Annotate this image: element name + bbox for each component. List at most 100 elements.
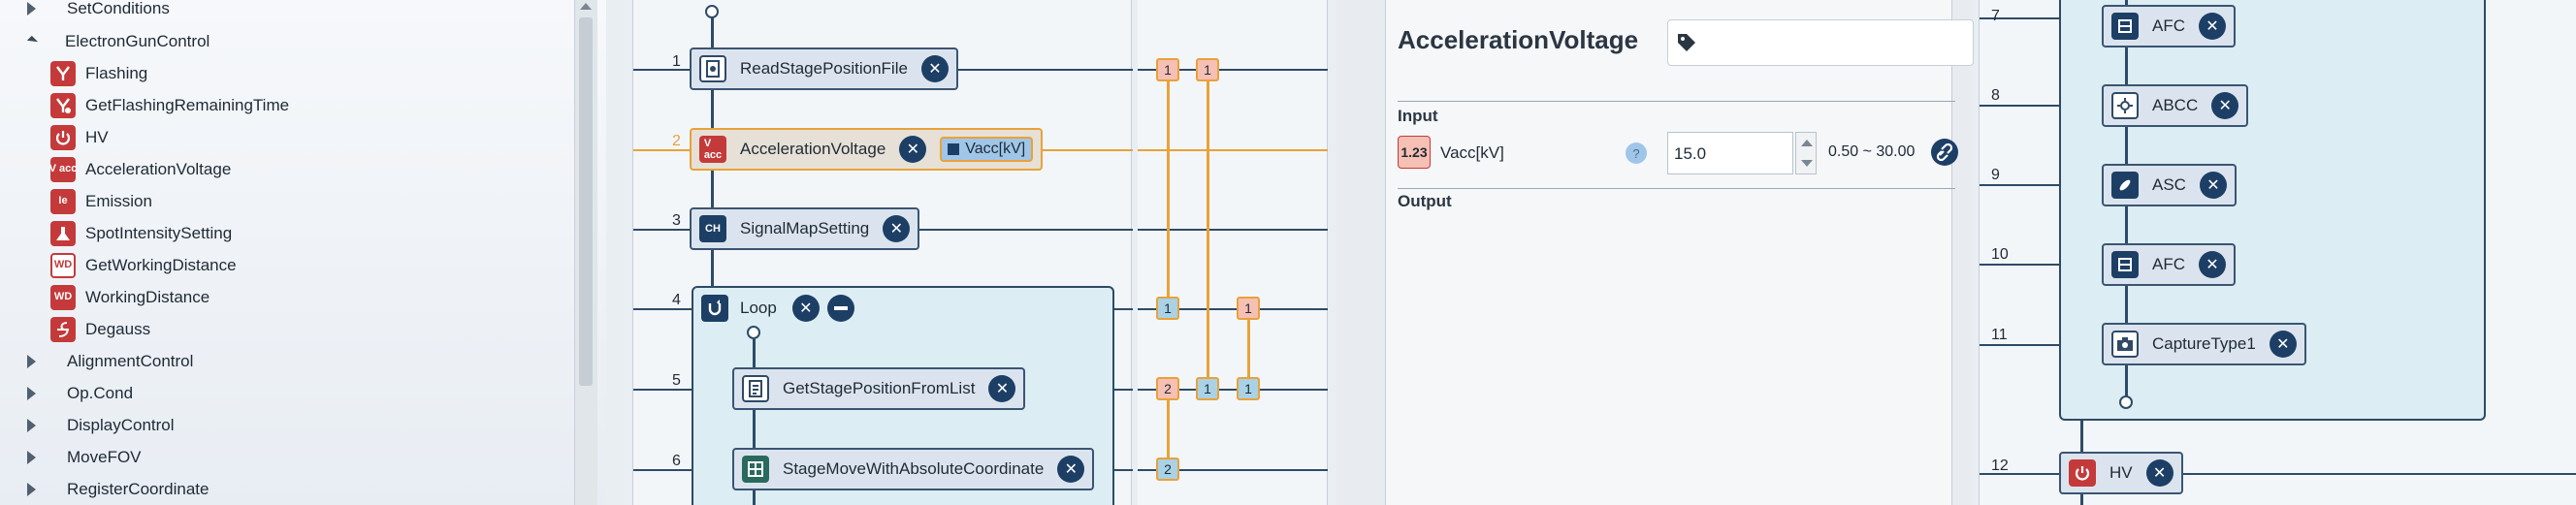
remove-node-button[interactable]: ✕ [988, 375, 1016, 402]
flow-node-read-stage-position-file[interactable]: ReadStagePositionFile ✕ [690, 47, 958, 90]
row-number: 3 [672, 212, 681, 229]
row-number: 1 [672, 53, 681, 70]
camera-icon [2111, 331, 2139, 358]
properties-title: AccelerationVoltage [1398, 25, 1639, 54]
flow-start-point [705, 5, 719, 18]
tag-input[interactable] [1667, 19, 1974, 66]
tree-item-hv[interactable]: HV [50, 121, 109, 153]
expand-icon[interactable] [27, 450, 36, 464]
remove-node-button[interactable]: ✕ [920, 55, 949, 82]
spot-intensity-icon [50, 220, 76, 246]
flow-node-afc[interactable]: AFC ✕ [2102, 5, 2236, 47]
row-number: 5 [672, 372, 681, 389]
variable-link-panel: 1 1 1 1 2 1 1 2 [1138, 0, 1328, 505]
tree-item-degauss[interactable]: Degauss [50, 313, 150, 345]
link-badge[interactable]: 2 [1156, 377, 1179, 400]
tree-item-working-distance[interactable]: WD WorkingDistance [50, 281, 209, 313]
loop-header[interactable]: Loop ✕ [701, 295, 854, 322]
tree-node-electrongun-control[interactable]: ElectronGunControl [26, 25, 209, 57]
tree-item-emission[interactable]: Ie Emission [50, 185, 152, 217]
link-badge[interactable]: 1 [1237, 377, 1260, 400]
tree-node-display-control[interactable]: DisplayControl [27, 409, 175, 441]
expand-icon[interactable] [27, 418, 36, 432]
expand-icon[interactable] [27, 1, 36, 16]
remove-node-button[interactable]: ✕ [2199, 13, 2226, 40]
expand-icon[interactable] [27, 482, 36, 496]
link-badge[interactable]: 1 [1156, 297, 1179, 320]
link-badge[interactable]: 1 [1237, 297, 1260, 320]
value-spinner[interactable] [1795, 132, 1817, 174]
remove-node-button[interactable]: ✕ [1057, 456, 1085, 483]
autofocus-icon [2111, 13, 2139, 40]
link-badge[interactable]: 1 [1156, 58, 1179, 81]
flow-node-capture-type1[interactable]: CaptureType1 ✕ [2102, 323, 2306, 365]
param-range: 0.50 ~ 30.00 [1828, 143, 1916, 160]
tree-node-register-coordinate[interactable]: RegisterCoordinate [27, 473, 209, 505]
remove-node-button[interactable]: ✕ [2211, 92, 2239, 119]
link-variable-button[interactable] [1931, 139, 1958, 166]
tree-item-get-flashing-remaining-time[interactable]: GetFlashingRemainingTime [50, 89, 289, 121]
flow-node-acceleration-voltage[interactable]: Vacc AccelerationVoltage ✕ Vacc[kV] [690, 128, 1044, 171]
tree-item-get-working-distance[interactable]: WD GetWorkingDistance [50, 249, 237, 281]
row-line-8 [1980, 105, 2059, 107]
tree-node-alignment-control[interactable]: AlignmentControl [27, 345, 193, 377]
spin-up-icon[interactable] [1801, 140, 1813, 146]
remove-node-button[interactable]: ✕ [2199, 172, 2227, 199]
flow-node-asc[interactable]: ASC ✕ [2102, 164, 2237, 206]
flow-canvas[interactable]: 1 2 3 4 5 6 ReadStagePositionFile ✕ Vacc… [632, 0, 1133, 505]
loop-icon [701, 295, 728, 322]
emission-icon: Ie [50, 188, 76, 214]
tree-node-setconditions[interactable]: SetConditions [27, 0, 170, 24]
output-section-header: Output [1398, 192, 1452, 210]
flow-node-get-stage-position-from-list[interactable]: GetStagePositionFromList ✕ [732, 367, 1026, 410]
row-number: 10 [1991, 246, 2009, 263]
row-line-10 [1980, 264, 2059, 266]
power-icon [50, 124, 76, 150]
expand-icon[interactable] [27, 354, 36, 368]
flow-canvas-continued[interactable]: 7 8 9 10 11 12 AFC ✕ ABCC ✕ ASC ✕ AFC ✕ … [1979, 0, 2576, 505]
flow-node-abcc[interactable]: ABCC ✕ [2102, 84, 2249, 127]
list-position-icon [742, 375, 769, 402]
variable-square-icon [948, 143, 960, 155]
row-number: 11 [1991, 327, 2008, 343]
remove-node-button[interactable]: ✕ [883, 215, 911, 242]
scroll-up-icon[interactable] [580, 3, 592, 10]
channel-icon: CH [699, 215, 726, 242]
expand-icon[interactable] [27, 386, 36, 400]
collapse-loop-button[interactable] [826, 295, 854, 322]
tree-scroll-thumb[interactable] [579, 17, 593, 386]
tree-item-acceleration-voltage[interactable]: V acc AccelerationVoltage [49, 153, 231, 185]
link-line [1167, 80, 1170, 298]
stage-move-icon [742, 456, 769, 483]
remove-node-button[interactable]: ✕ [791, 295, 820, 322]
working-distance-icon: WD [50, 284, 76, 310]
tree-scrollbar[interactable] [574, 0, 597, 505]
tree-node-move-fov[interactable]: MoveFOV [27, 441, 142, 473]
working-distance-icon: WD [50, 252, 76, 278]
collapse-icon[interactable] [26, 35, 39, 47]
flow-node-stage-move-absolute[interactable]: StageMoveWithAbsoluteCoordinate ✕ [732, 448, 1095, 490]
flow-node-hv[interactable]: HV ✕ [2059, 452, 2183, 494]
tree-item-spot-intensity-setting[interactable]: SpotIntensitySetting [50, 217, 232, 249]
command-tree-panel: SetConditions ElectronGunControl Flashin… [0, 0, 606, 505]
power-icon [2069, 459, 2096, 487]
remove-node-button[interactable]: ✕ [2269, 331, 2297, 358]
remove-node-button[interactable]: ✕ [2199, 251, 2226, 278]
flow-node-afc[interactable]: AFC ✕ [2102, 243, 2236, 286]
link-badge[interactable]: 2 [1156, 458, 1179, 481]
link-icon [1936, 142, 1953, 162]
loop-end-point [2119, 395, 2133, 409]
tree-node-op-cond[interactable]: Op.Cond [27, 377, 133, 409]
row-line-11 [1980, 344, 2059, 346]
spin-down-icon[interactable] [1801, 160, 1813, 167]
remove-node-button[interactable]: ✕ [2145, 459, 2174, 487]
param-value-input[interactable]: 15.0 [1667, 132, 1793, 174]
link-badge[interactable]: 1 [1196, 58, 1219, 81]
variable-chip-vacc[interactable]: Vacc[kV] [940, 137, 1034, 162]
remove-node-button[interactable]: ✕ [899, 136, 927, 163]
flow-node-signal-map-setting[interactable]: CH SignalMapSetting ✕ [690, 207, 920, 250]
tree-item-flashing[interactable]: Flashing [50, 57, 147, 89]
row-line-9 [1980, 184, 2059, 186]
link-badge[interactable]: 1 [1196, 377, 1219, 400]
help-icon[interactable]: ? [1626, 142, 1647, 164]
